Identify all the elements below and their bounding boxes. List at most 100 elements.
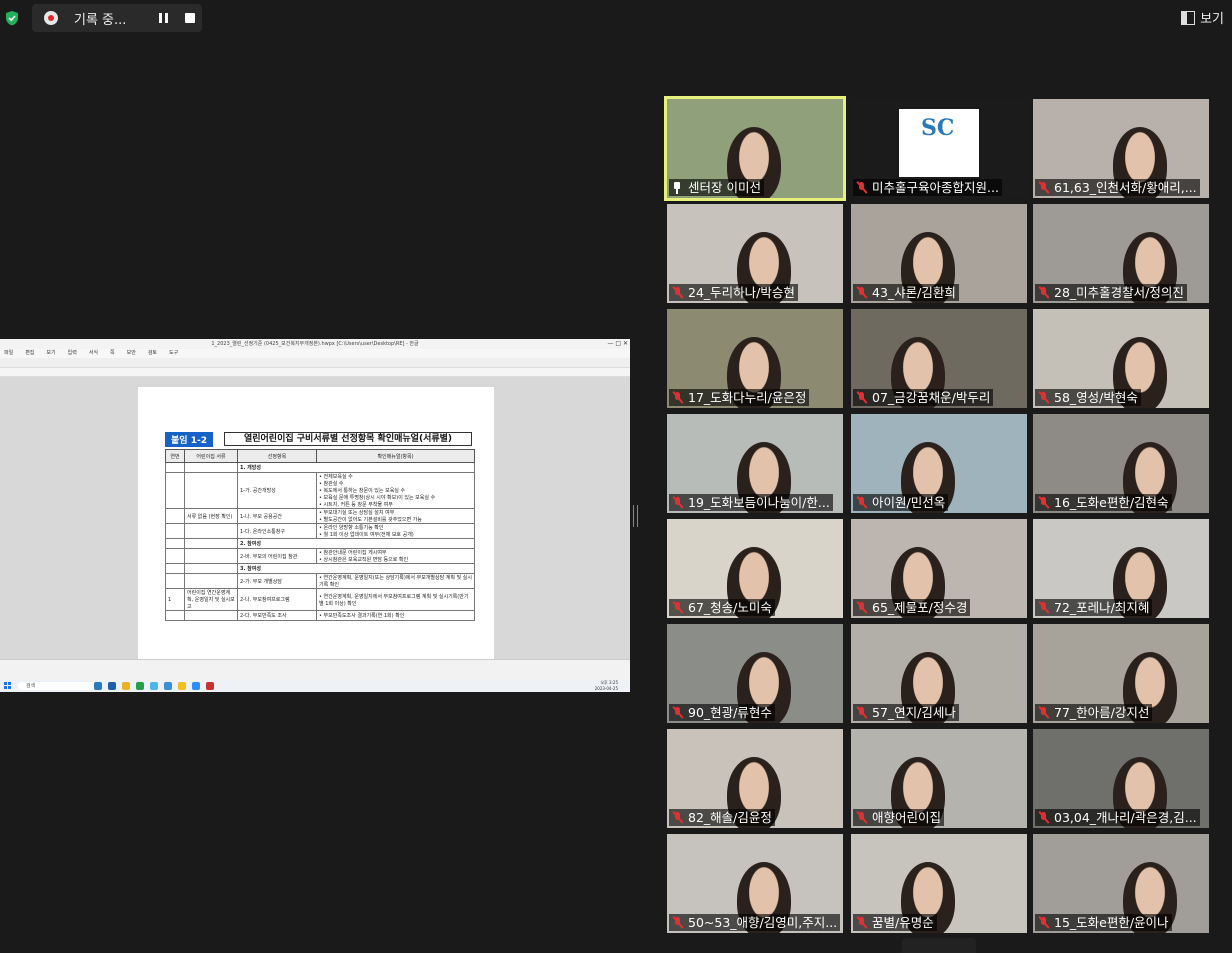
participant-name-label: 77_한아름/강지선 (1054, 705, 1150, 720)
doc-cell: • 부모만족도조사 결과기록(연 1회) 확인 (316, 610, 475, 621)
participant-tile[interactable]: 43_샤론/김환희 (851, 204, 1027, 303)
stop-recording-button[interactable] (185, 13, 195, 23)
doc-check-item: • 상시참관은 보육교직원 면담 등으로 확인 (319, 557, 409, 563)
participant-tile[interactable]: 90_현광/류현수 (667, 624, 843, 723)
doc-cell (184, 610, 238, 621)
participant-tile[interactable]: 17_도화다누리/윤은정 (667, 309, 843, 408)
participant-tile[interactable]: 65_제물포/정수경 (851, 519, 1027, 618)
participant-tile[interactable]: 57_연지/김세나 (851, 624, 1027, 723)
recording-indicator: 기록 중... (32, 4, 202, 32)
doc-cell (184, 563, 238, 574)
participant-name-label: 72_포레나/최지혜 (1054, 600, 1150, 615)
mic-muted-icon (671, 706, 684, 719)
doc-column-header: 연번 (165, 449, 185, 463)
doc-column-header: 확인매뉴얼(항목) (316, 449, 475, 463)
folder-icon (122, 682, 130, 690)
participant-name-label: 82_해솔/김윤정 (688, 810, 772, 825)
participant-name: 90_현광/류현수 (669, 704, 775, 721)
doc-cell: 2-가. 부모 개별상담 (237, 573, 317, 589)
doc-row: 2. 참여성 (165, 538, 475, 549)
doc-cell: 2-다. 부모만족도 조사 (237, 610, 317, 621)
shared-menu-item: 검토 (147, 350, 158, 356)
doc-check-item: • 부모만족도조사 결과기록(연 1회) 확인 (319, 613, 405, 619)
participant-tile[interactable]: 58_영성/박현숙 (1033, 309, 1209, 408)
participant-name: 애향어린이집 (853, 809, 945, 826)
windows-start-icon (4, 682, 12, 690)
doc-cell: • 연간운영계획, 운영일지(또는 상담기록)에서 부모개별상담 계획 및 실시… (316, 573, 475, 589)
doc-check-item: • 별도공간이 없어도 기본설비를 갖추었으면 가능 (319, 517, 422, 523)
mic-muted-icon (1037, 706, 1050, 719)
mic-muted-icon (671, 916, 684, 929)
participant-tile[interactable]: 15_도화e편한/윤이나 (1033, 834, 1209, 933)
participant-tile[interactable]: 센터장 이미선 (664, 96, 846, 201)
participant-name: 15_도화e편한/윤이나 (1035, 914, 1172, 931)
doc-cell (165, 538, 185, 549)
participant-tile[interactable]: 50~53_애향/김영미,주지... (667, 834, 843, 933)
doc-cell: • 온라인 양방향 소통기능 확인 • 월 1회 이상 업데이트 여부(전체 보호… (316, 523, 475, 539)
app-icon (94, 682, 102, 690)
participant-tile[interactable]: 19_도화보듬이나눔이/한... (667, 414, 843, 513)
participant-name-label: 24_두리하나/박승현 (688, 285, 795, 300)
doc-cell: • 연간운영계획, 운영일지에서 부모참여프로그램 계획 및 실시기록(반기별 … (316, 588, 475, 611)
doc-cell (184, 472, 238, 509)
participant-name-label: 15_도화e편한/윤이나 (1054, 915, 1169, 930)
participant-name-label: 아이원/민선옥 (872, 495, 946, 510)
participant-tile[interactable]: SC 미추홀구육아종합지원... (851, 99, 1027, 198)
participant-tile[interactable]: 16_도화e편한/김현숙 (1033, 414, 1209, 513)
participant-tile[interactable]: 61,63_인천서화/황애리,... (1033, 99, 1209, 198)
taskbar-date: 2023-04-25 (594, 686, 618, 691)
pin-icon (671, 181, 683, 194)
doc-table: 연번 어린이집 서류 선정항목 확인매뉴얼(항목) 1. 개방성 1-가. 공간개방성 •… (165, 449, 475, 621)
doc-row: 서류 없음 (현장 확인) 1-나. 부모 공용공간 • 부모대기실 또는 상담실 … (165, 508, 475, 524)
doc-check-item: • 보육실 문에 투명창(상시 시야 확보)이 있는 보육실 수 (319, 495, 436, 501)
participant-name-label: 03,04_개나리/곽은경,김... (1054, 810, 1197, 825)
participant-name-label: 17_도화다누리/윤은정 (688, 390, 807, 405)
doc-cell: • 참관안내문 어린이집 게시여부 • 상시참관은 보육교직원 면담 등으로 확인 (316, 548, 475, 564)
participant-tile[interactable]: 24_두리하나/박승현 (667, 204, 843, 303)
doc-cell (184, 523, 238, 539)
doc-column-header: 어린이집 서류 (184, 449, 238, 463)
doc-cell (165, 523, 185, 539)
shield-icon[interactable] (4, 10, 20, 26)
participant-tile[interactable]: 꿈별/유명순 (851, 834, 1027, 933)
shared-taskbar: 검색 오후 3:25 2023-04-25 (0, 680, 630, 692)
participant-tile[interactable]: 67_청송/노미숙 (667, 519, 843, 618)
view-button[interactable]: 보기 (1181, 8, 1224, 27)
mic-muted-icon (1037, 916, 1050, 929)
participant-tile[interactable]: 77_한아름/강지선 (1033, 624, 1209, 723)
participant-tile[interactable]: 07_금강꿈채운/박두리 (851, 309, 1027, 408)
participant-name: 50~53_애향/김영미,주지... (669, 914, 841, 931)
participant-tile[interactable]: 82_해솔/김윤정 (667, 729, 843, 828)
doc-cell: 어린이집 연간운영계획, 운영일지 및 실시보고 (184, 588, 238, 611)
shared-menu-item: 보안 (126, 350, 136, 356)
doc-check-item: • 시트지, 커튼 등 창문 부착물 여부 (319, 502, 393, 508)
doc-check-item: • 연간운영계획, 운영일지(또는 상담기록)에서 부모개별상담 계획 및 실시… (319, 575, 472, 588)
shared-window-title: 1_2023_열린_선정기준 (0425_보건복지부개정본).hwpx [C:\… (211, 341, 419, 347)
participant-name: 센터장 이미선 (669, 179, 764, 196)
mic-muted-icon (855, 286, 868, 299)
participant-name: 24_두리하나/박승현 (669, 284, 798, 301)
shared-window-title-bar: 1_2023_열린_선정기준 (0425_보건복지부개정본).hwpx [C:\… (0, 339, 630, 349)
logo-mark: SC (921, 115, 955, 141)
doc-check-item: • 월 1회 이상 업데이트 여부(전체 보호 공개) (319, 532, 414, 538)
app-icon (136, 682, 144, 690)
doc-row: 2-바. 부모의 어린이집 참관 • 참관안내문 어린이집 게시여부 • 상시참관은… (165, 548, 475, 564)
shared-menu-item: 도구 (169, 350, 179, 356)
doc-cell: 1-다. 온라인소통창구 (237, 523, 317, 539)
mic-muted-icon (1037, 286, 1050, 299)
participant-tile[interactable]: 72_포레나/최지혜 (1033, 519, 1209, 618)
mic-muted-icon (855, 181, 868, 194)
taskbar-clock: 오후 3:25 2023-04-25 (595, 680, 618, 692)
participant-tile[interactable]: 28_미추홀경찰서/정의진 (1033, 204, 1209, 303)
doc-row: 1-다. 온라인소통창구 • 온라인 양방향 소통기능 확인 • 월 1회 이상 업… (165, 523, 475, 539)
toolbar-handle[interactable] (902, 938, 976, 953)
resize-handle[interactable] (633, 505, 638, 527)
participant-tile[interactable]: 03,04_개나리/곽은경,김... (1033, 729, 1209, 828)
view-button-label: 보기 (1200, 12, 1224, 27)
participant-name-label: 43_샤론/김환희 (872, 285, 956, 300)
participant-tile[interactable]: 애향어린이집 (851, 729, 1027, 828)
participant-tile[interactable]: 아이원/민선옥 (851, 414, 1027, 513)
document-area: 붙임 1-2 열린어린이집 구비서류별 선정항목 확인매뉴얼(서류별) 연번 어린… (0, 377, 630, 659)
participant-name: 07_금강꿈채운/박두리 (853, 389, 994, 406)
pause-recording-button[interactable] (158, 12, 170, 24)
